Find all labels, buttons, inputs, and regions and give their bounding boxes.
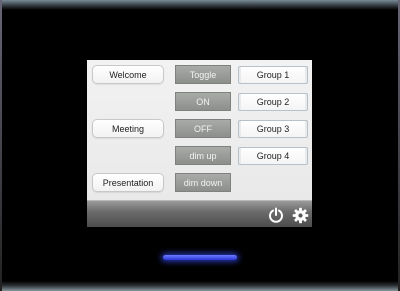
group-1-button[interactable]: Group 1 — [238, 66, 308, 84]
touch-screen: Welcome Meeting Presentation Toggle ON O… — [87, 60, 312, 227]
group-4-button[interactable]: Group 4 — [238, 147, 308, 165]
scene-welcome-button[interactable]: Welcome — [92, 65, 164, 84]
scene-meeting-button[interactable]: Meeting — [92, 119, 164, 138]
status-led — [163, 255, 237, 260]
off-button[interactable]: OFF — [175, 119, 231, 138]
bottom-toolbar — [87, 200, 312, 227]
toggle-button[interactable]: Toggle — [175, 65, 231, 84]
gear-icon[interactable] — [291, 206, 309, 224]
dim-up-button[interactable]: dim up — [175, 146, 231, 165]
on-button[interactable]: ON — [175, 92, 231, 111]
frame-bottom-bezel — [0, 281, 400, 291]
dim-down-button[interactable]: dim down — [175, 173, 231, 192]
power-icon[interactable] — [267, 206, 285, 224]
frame-top-bezel — [0, 0, 400, 10]
scene-presentation-button[interactable]: Presentation — [92, 173, 164, 192]
frame-left-bezel — [0, 0, 2, 291]
device-frame: Welcome Meeting Presentation Toggle ON O… — [0, 0, 400, 291]
group-2-button[interactable]: Group 2 — [238, 93, 308, 111]
group-3-button[interactable]: Group 3 — [238, 120, 308, 138]
screen-panel: Welcome Meeting Presentation Toggle ON O… — [87, 60, 312, 200]
